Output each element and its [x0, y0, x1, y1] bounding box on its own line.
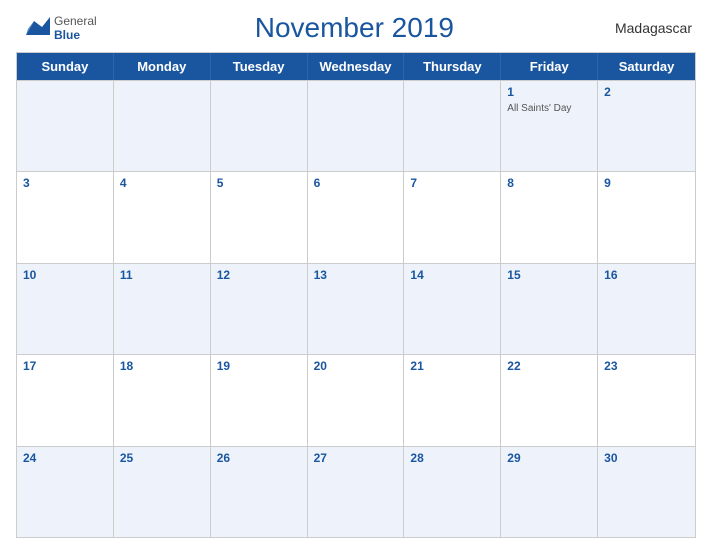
- day-header-thursday: Thursday: [404, 53, 501, 80]
- day-number: 30: [604, 451, 689, 467]
- day-cell: [17, 81, 114, 171]
- logo-bird-icon: [20, 13, 50, 43]
- day-cell: 27: [308, 447, 405, 537]
- day-cell: [114, 81, 211, 171]
- calendar-grid: SundayMondayTuesdayWednesdayThursdayFrid…: [16, 52, 696, 538]
- day-number: 26: [217, 451, 301, 467]
- day-cell: 16: [598, 264, 695, 354]
- day-number: 23: [604, 359, 689, 375]
- day-number: 8: [507, 176, 591, 192]
- day-cell: 13: [308, 264, 405, 354]
- day-number: 22: [507, 359, 591, 375]
- day-cell: 21: [404, 355, 501, 445]
- day-header-saturday: Saturday: [598, 53, 695, 80]
- week-row-1: 3456789: [17, 171, 695, 262]
- day-number: 27: [314, 451, 398, 467]
- day-cell: 12: [211, 264, 308, 354]
- day-cell: 28: [404, 447, 501, 537]
- day-headers-row: SundayMondayTuesdayWednesdayThursdayFrid…: [17, 53, 695, 80]
- day-number: 12: [217, 268, 301, 284]
- day-header-friday: Friday: [501, 53, 598, 80]
- day-number: 17: [23, 359, 107, 375]
- day-cell: 17: [17, 355, 114, 445]
- day-cell: [211, 81, 308, 171]
- day-number: 28: [410, 451, 494, 467]
- day-cell: 9: [598, 172, 695, 262]
- day-header-tuesday: Tuesday: [211, 53, 308, 80]
- day-number: 13: [314, 268, 398, 284]
- day-number: 9: [604, 176, 689, 192]
- day-header-wednesday: Wednesday: [308, 53, 405, 80]
- day-cell: 22: [501, 355, 598, 445]
- day-number: 6: [314, 176, 398, 192]
- calendar-header: General Blue November 2019 Madagascar: [16, 12, 696, 44]
- day-number: 25: [120, 451, 204, 467]
- day-number: 1: [507, 85, 591, 101]
- logo-text: General Blue: [54, 14, 97, 43]
- day-cell: 29: [501, 447, 598, 537]
- day-number: 15: [507, 268, 591, 284]
- day-cell: 25: [114, 447, 211, 537]
- logo: General Blue: [20, 13, 97, 43]
- day-cell: 26: [211, 447, 308, 537]
- day-number: 16: [604, 268, 689, 284]
- day-cell: 10: [17, 264, 114, 354]
- day-header-sunday: Sunday: [17, 53, 114, 80]
- day-cell: [308, 81, 405, 171]
- week-row-0: 1 All Saints' Day 2: [17, 80, 695, 171]
- day-number: 18: [120, 359, 204, 375]
- day-cell: 19: [211, 355, 308, 445]
- day-number: 14: [410, 268, 494, 284]
- day-cell: 30: [598, 447, 695, 537]
- day-cell: 4: [114, 172, 211, 262]
- week-row-2: 10 11 12 13 14 15 16: [17, 263, 695, 354]
- day-cell: 3: [17, 172, 114, 262]
- day-number: 2: [604, 85, 689, 101]
- day-header-monday: Monday: [114, 53, 211, 80]
- day-cell: 20: [308, 355, 405, 445]
- day-number: 19: [217, 359, 301, 375]
- day-number: 5: [217, 176, 301, 192]
- day-cell: 5: [211, 172, 308, 262]
- day-cell: 23: [598, 355, 695, 445]
- day-cell: 8: [501, 172, 598, 262]
- day-cell: 2: [598, 81, 695, 171]
- logo-blue-text: Blue: [54, 28, 97, 42]
- day-cell: 18: [114, 355, 211, 445]
- day-cell: 15: [501, 264, 598, 354]
- day-number: 21: [410, 359, 494, 375]
- day-cell: 14: [404, 264, 501, 354]
- day-number: 11: [120, 268, 204, 284]
- day-cell: 24: [17, 447, 114, 537]
- day-event: All Saints' Day: [507, 103, 591, 114]
- day-number: 10: [23, 268, 107, 284]
- day-number: 24: [23, 451, 107, 467]
- day-cell: 6: [308, 172, 405, 262]
- day-number: 4: [120, 176, 204, 192]
- week-row-3: 17 18 19 20 21 22 23: [17, 354, 695, 445]
- day-cell: [404, 81, 501, 171]
- day-number: 29: [507, 451, 591, 467]
- day-number: 3: [23, 176, 107, 192]
- weeks-container: 1All Saints' Day234567891011121314151617…: [17, 80, 695, 537]
- country-label: Madagascar: [612, 20, 692, 36]
- day-number: 7: [410, 176, 494, 192]
- day-cell: 1 All Saints' Day: [501, 81, 598, 171]
- day-cell: 11: [114, 264, 211, 354]
- week-row-4: 24 25 26 27 28 29 30: [17, 446, 695, 537]
- calendar-title: November 2019: [97, 12, 612, 44]
- logo-general-text: General: [54, 14, 97, 28]
- day-cell: 7: [404, 172, 501, 262]
- day-number: 20: [314, 359, 398, 375]
